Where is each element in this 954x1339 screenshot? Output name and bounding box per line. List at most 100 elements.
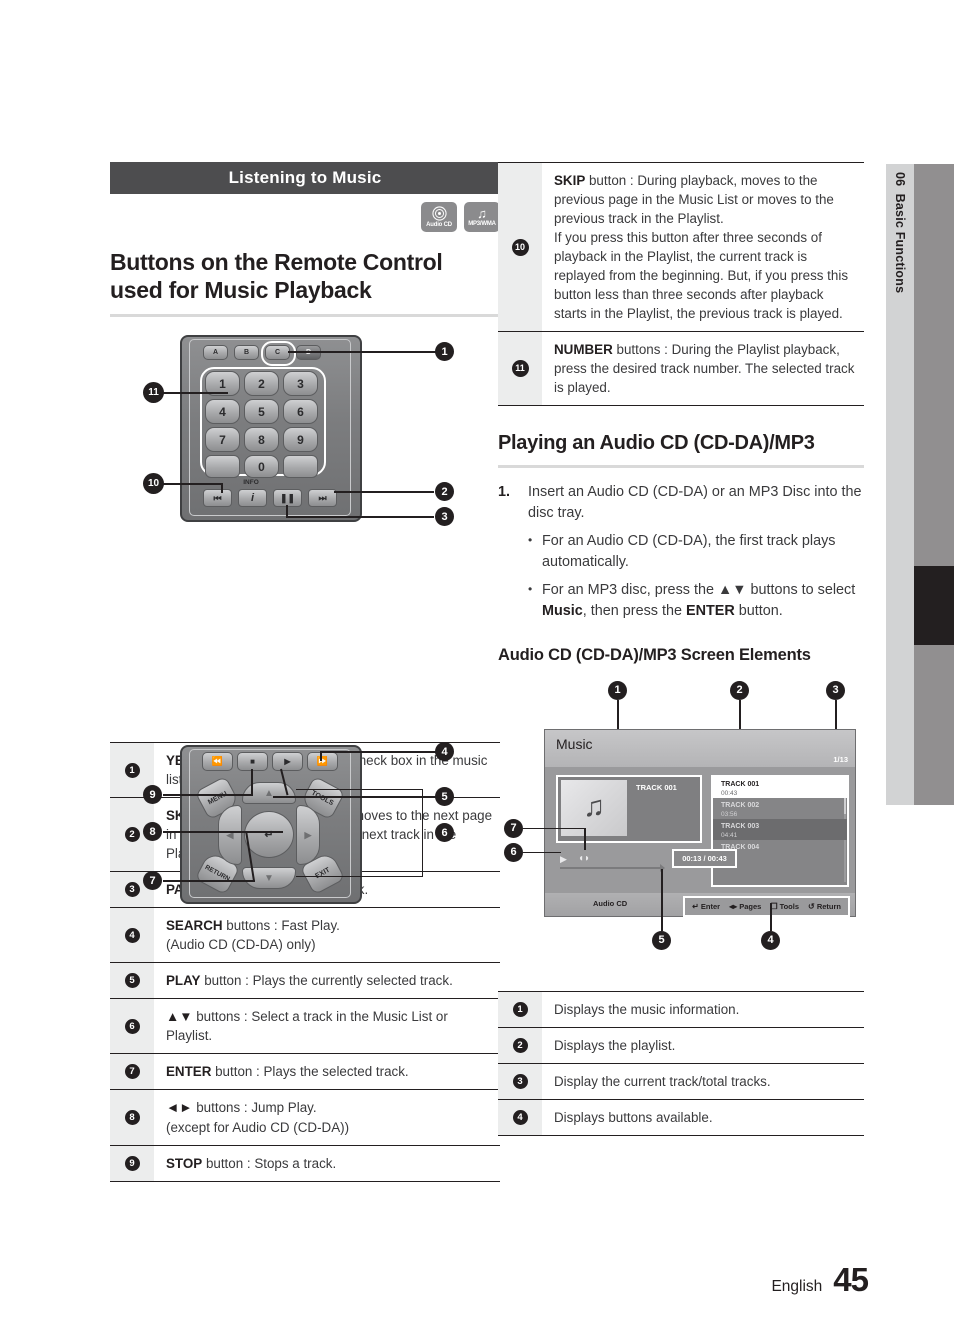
remote-left-aux-button[interactable] <box>205 455 240 479</box>
legend-number: 4 <box>110 908 154 963</box>
remote-button-c-yellow[interactable]: C <box>265 345 290 361</box>
repeat-mode-icon: ◖◗ <box>578 852 591 864</box>
leader-line-11 <box>163 392 228 394</box>
playlist-item-name: TRACK 003 <box>721 822 760 830</box>
remote-dpad-down-button[interactable]: ▼ <box>242 867 296 890</box>
legend-number: 9 <box>110 1145 154 1181</box>
callout-8: 8 <box>143 822 162 842</box>
legend-text: STOP button : Stops a track. <box>154 1146 500 1181</box>
chapter-progress-bar <box>914 164 954 805</box>
remote-play-button[interactable]: ▶ <box>272 752 303 772</box>
screen-callout-6: 6 <box>504 842 523 862</box>
remote-search-rewind-button[interactable]: ⏪ <box>202 752 233 772</box>
screen-elements-heading: Audio CD (CD-DA)/MP3 Screen Elements <box>498 645 811 664</box>
disc-icon-group: Audio CD ♫ MP3/WMA <box>110 202 500 232</box>
playlist-item-time: 00:43 <box>721 789 738 797</box>
bullet-item: • For an MP3 disc, press the ▲▼ buttons … <box>528 580 864 622</box>
leader-line-8 <box>163 831 283 833</box>
key-hint-pages[interactable]: ◂▸ Pages <box>729 902 761 911</box>
remote-number-2[interactable]: 2 <box>244 371 279 397</box>
bullet-dot: • <box>528 581 533 596</box>
remote-number-6[interactable]: 6 <box>283 399 318 425</box>
title-rule <box>110 314 500 318</box>
remote-number-5[interactable]: 5 <box>244 399 279 425</box>
return-glyph: ↺ <box>808 901 815 911</box>
playlist-item-name: TRACK 004 <box>721 843 760 851</box>
legend-row: 8 ◄► buttons : Jump Play. (except for Au… <box>110 1090 500 1146</box>
legend-number: 3 <box>498 1063 542 1099</box>
remote-number-4[interactable]: 4 <box>205 399 240 425</box>
remote-number-0[interactable]: 0 <box>244 455 279 479</box>
legend-number-badge: 4 <box>124 927 140 943</box>
leader-line-9-h <box>163 794 253 796</box>
enter-label: Enter <box>700 901 721 911</box>
screen-legend-table: 1 Displays the music information. 2 Disp… <box>498 990 864 1136</box>
legend-number-badge: 3 <box>124 882 140 898</box>
key-hint-enter[interactable]: ↵ Enter <box>692 902 720 911</box>
callout-9: 9 <box>143 785 162 805</box>
playlist-item[interactable]: TRACK 002 03:56 <box>713 798 847 819</box>
remote-right-aux-button[interactable] <box>283 455 318 479</box>
legend-keyword: ◄► <box>166 1100 193 1116</box>
remote-dpad-left-button[interactable]: ◀ <box>218 805 242 866</box>
screen-callout-3: 3 <box>826 680 845 700</box>
remote-button-b[interactable]: B <box>234 345 259 361</box>
page-title: Buttons on the Remote Control used for M… <box>110 249 443 304</box>
remote-skip-prev-button[interactable]: ⏮ <box>203 489 232 508</box>
screen-leader-7-v <box>584 827 586 850</box>
legend-number: 5 <box>110 963 154 999</box>
callout-4: 4 <box>435 742 454 762</box>
remote-skip-next-button[interactable]: ⏭ <box>308 489 337 508</box>
instruction-steps: 1. Insert an Audio CD (CD-DA) or an MP3 … <box>498 482 864 621</box>
playlist-item-time: 04:41 <box>721 831 738 839</box>
audio-cd-caption: Audio CD <box>426 221 452 228</box>
manual-page: 06 Basic Functions Listening to Music Au… <box>0 0 954 1339</box>
legend-row: 3 Display the current track/total tracks… <box>498 1063 864 1100</box>
legend-number: 8 <box>110 1090 154 1145</box>
mp3-wma-icon: ♫ MP3/WMA <box>464 202 500 232</box>
remote-search-forward-button[interactable]: ⏩ <box>307 752 338 772</box>
bullet-text-post: button. <box>734 602 783 619</box>
playlist-item[interactable]: TRACK 001 00:43 <box>713 776 847 798</box>
pages-glyph: ◂▸ <box>729 901 738 911</box>
legend-row: 10 SKIP button : During playback, moves … <box>498 163 864 333</box>
callout-1: 1 <box>435 342 454 362</box>
audio-cd-icon: Audio CD <box>421 202 457 232</box>
legend-number: 10 <box>498 163 542 332</box>
leader-box-6 <box>296 789 423 878</box>
left-column: Listening to Music Audio CD ♫ MP3/WMA Bu… <box>110 162 500 1182</box>
remote-number-7[interactable]: 7 <box>205 427 240 453</box>
legend-body: button : Plays the selected track. <box>211 1064 409 1080</box>
screen-leader-7-h <box>523 827 585 830</box>
legend-body: button : Stops a track. <box>202 1155 337 1171</box>
legend-number-badge: 1 <box>124 762 140 778</box>
callout-11: 11 <box>143 382 164 404</box>
remote-enter-button[interactable]: ↵ <box>244 811 294 859</box>
legend-number-badge: 11 <box>511 360 529 378</box>
leader-line-7-h <box>163 880 255 882</box>
remote-number-8[interactable]: 8 <box>244 427 279 453</box>
time-display: 00:13 / 00:43 <box>672 848 737 868</box>
remote-number-3[interactable]: 3 <box>283 371 318 397</box>
legend-number-badge: 8 <box>124 1110 140 1125</box>
screen-elements-diagram: 1 2 3 Music 1/13 ♫ TRACK 001 TRACK 001 0… <box>498 680 864 981</box>
remote-button-a[interactable]: A <box>203 345 228 361</box>
legend-row: 7 ENTER button : Plays the selected trac… <box>110 1054 500 1091</box>
bullet-item: • For an Audio CD (CD-DA), the first tra… <box>528 531 864 573</box>
right-column: 10 SKIP button : During playback, moves … <box>498 162 864 1136</box>
key-hint-return[interactable]: ↺ Return <box>808 902 841 911</box>
tv-footer-bar: Audio CD ↵ Enter ◂▸ Pages ❐ Tools ↺ Retu… <box>545 892 855 917</box>
remote-info-button[interactable]: i <box>238 489 267 508</box>
screen-leader-4 <box>770 902 772 931</box>
playlist-item-name: TRACK 002 <box>721 801 760 809</box>
pages-label: Pages <box>739 901 762 911</box>
playlist-item[interactable]: TRACK 003 04:41 <box>713 818 847 840</box>
legend-text: Displays buttons available. <box>554 1109 713 1125</box>
mp3-wma-caption: MP3/WMA <box>468 220 496 227</box>
step-bullets: • For an Audio CD (CD-DA), the first tra… <box>528 531 864 622</box>
legend-text: NUMBER buttons : During the Playlist pla… <box>542 332 864 405</box>
remote-number-9[interactable]: 9 <box>283 427 318 453</box>
bullet-keyword-enter: ENTER <box>686 602 735 619</box>
legend-keyword: ▲▼ <box>166 1009 193 1025</box>
key-hint-tools[interactable]: ❐ Tools <box>770 902 799 911</box>
